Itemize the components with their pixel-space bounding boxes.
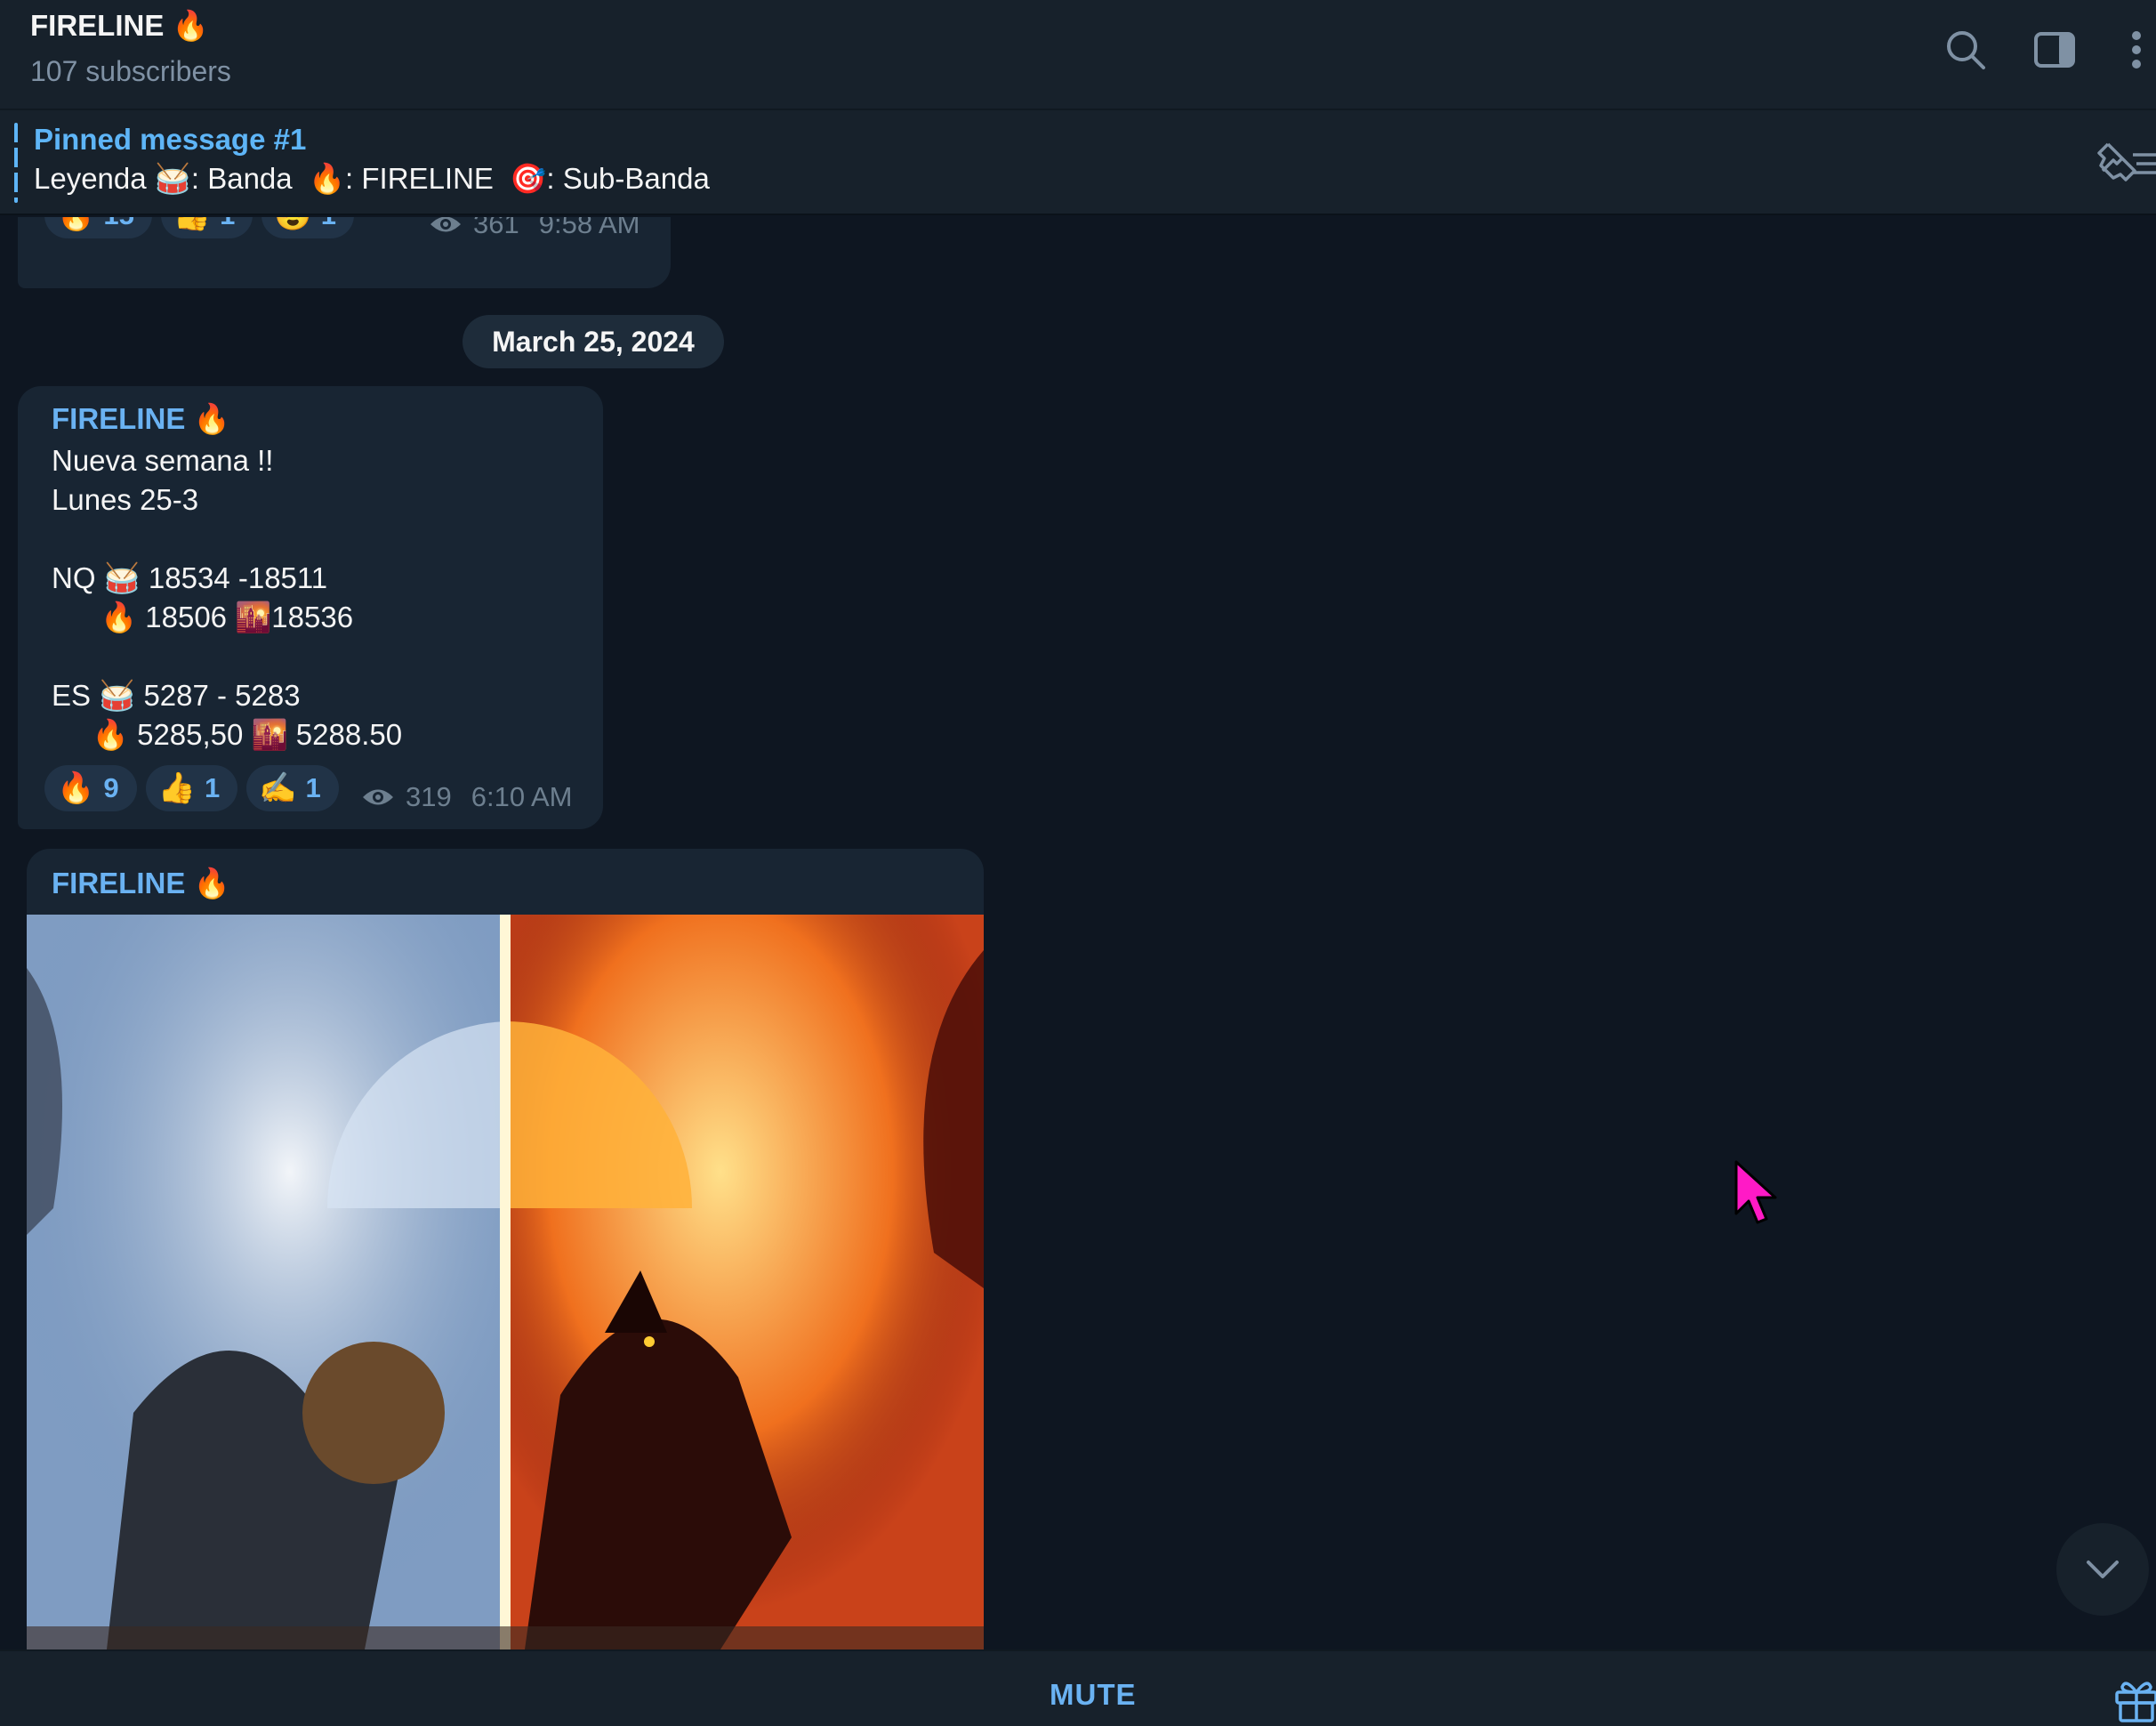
reaction-emoji: 👍 [173,217,211,230]
reaction-chip[interactable]: 🔥 9 [44,765,137,811]
eye-icon [430,217,461,232]
search-icon[interactable] [1943,27,1989,73]
reaction-count: 1 [305,772,321,803]
message-reactions: 🔥 9 👍 1 ✍️ 1 [44,765,339,811]
chat-title[interactable]: FIRELINE 🔥 [30,9,209,44]
post-image[interactable] [27,915,984,1649]
reaction-chip[interactable]: 👍1 [145,765,238,811]
chat-header[interactable]: FIRELINE 🔥 107 subscribers [0,0,2156,110]
message-time: 9:58 AM [538,217,640,239]
reaction-emoji: ✍️ [259,771,297,805]
previous-meta: 361 9:58 AM [429,217,640,240]
message-time: 6:10 AM [471,781,573,812]
reaction-chip[interactable]: 😍1 [261,217,355,238]
view-count: 319 [406,781,452,812]
pinned-list-icon[interactable] [2096,139,2156,185]
pinned-title: Pinned message #1 [34,123,307,156]
eye-icon [363,789,393,805]
reaction-chip[interactable]: ✍️ 1 [246,765,339,811]
reaction-count: 1 [220,217,235,231]
pinned-message-bar[interactable]: Pinned message #1 Leyenda 🥁: Banda 🔥: FI… [0,110,2156,215]
more-vertical-icon[interactable] [2110,27,2149,73]
date-separator: March 25, 2024 [463,315,724,368]
message-author[interactable]: FIRELINE 🔥 [52,867,230,901]
reaction-count: 1 [204,772,221,803]
channel-footer: MUTE [0,1649,2156,1726]
reaction-emoji: 🔥 [57,771,95,805]
sidebar-toggle-icon[interactable] [2031,27,2078,73]
reaction-emoji: 🔥 [57,217,94,230]
mute-button[interactable]: MUTE [1050,1678,1137,1712]
mouse-cursor-icon [1731,1158,1781,1230]
message-author[interactable]: FIRELINE 🔥 [52,402,230,437]
message-text: Nueva semana !! Lunes 25-3 NQ 🥁 18534 -1… [52,444,403,751]
message-meta: 319 6:10 AM [361,781,572,813]
reaction-chip[interactable]: 🔥 15 [44,217,152,238]
subscriber-count: 107 subscribers [30,55,231,87]
message-list[interactable]: 🔥15 👍1 😍1 361 9:58 AM March 25, 2024 FIR… [0,217,2156,1649]
reaction-emoji: 👍 [157,771,196,805]
pinned-indicator [14,123,18,203]
reaction-count: 9 [103,772,119,803]
view-count: 361 [473,217,519,239]
previous-message-bubble[interactable]: 🔥15 👍1 😍1 361 9:58 AM [18,217,671,288]
reaction-count: 15 [103,217,133,231]
gift-icon[interactable] [2113,1676,2156,1722]
reaction-count: 1 [321,217,336,231]
fantasy-battle-illustration [27,915,984,1649]
scroll-to-bottom-button[interactable] [2056,1523,2149,1616]
pinned-text: Leyenda 🥁: Banda 🔥: FIRELINE 🎯: Sub-Band… [34,162,710,195]
reaction-chip[interactable]: 👍1 [160,217,253,238]
previous-reactions: 🔥15 👍1 😍1 [44,217,355,238]
reaction-emoji: 😍 [274,217,311,230]
chevron-down-icon [2087,1561,2119,1578]
message-bubble[interactable]: FIRELINE 🔥 Nueva semana !! Lunes 25-3 NQ… [18,386,603,829]
